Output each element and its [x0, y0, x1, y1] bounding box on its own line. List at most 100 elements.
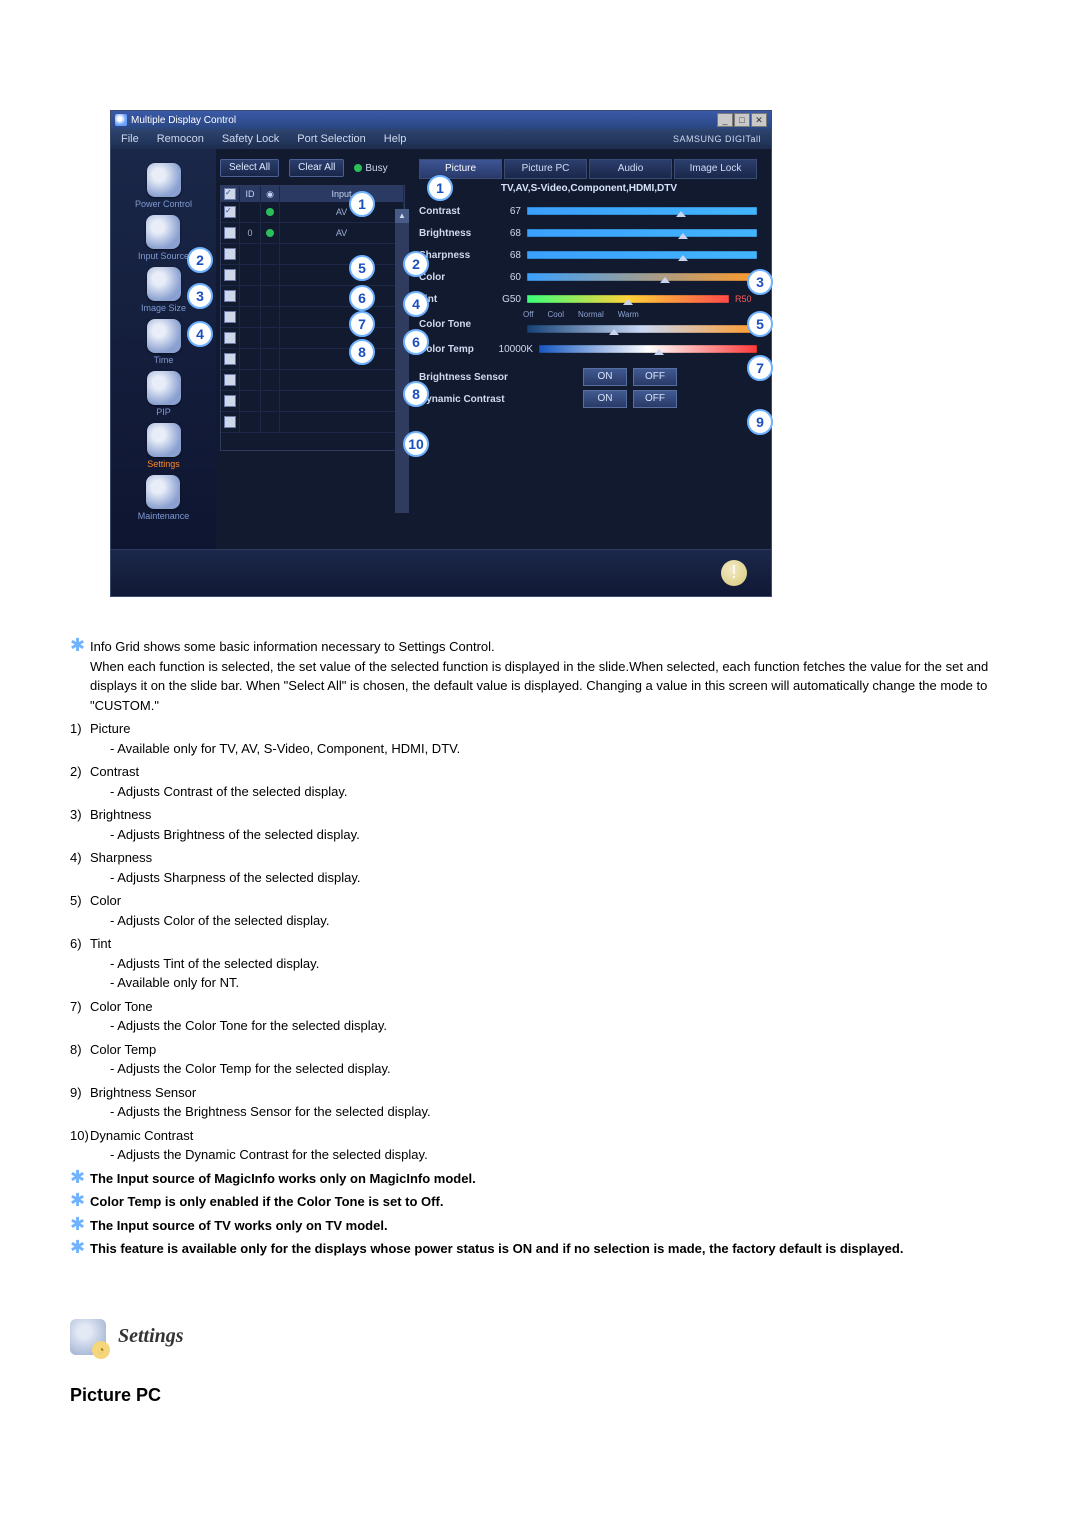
- row-id: [240, 328, 261, 348]
- maintenance-icon: [146, 475, 180, 509]
- note-8-title: Color Temp: [90, 1042, 156, 1057]
- clear-all-button[interactable]: Clear All: [289, 159, 344, 177]
- note-intro-1: Info Grid shows some basic information n…: [90, 637, 1020, 657]
- brightness-sensor-on-button[interactable]: ON: [583, 368, 627, 386]
- tab-audio[interactable]: Audio: [589, 159, 672, 179]
- row-id: [240, 244, 261, 264]
- sharpness-label: Sharpness: [419, 250, 489, 261]
- note-star-1: The Input source of MagicInfo works only…: [90, 1169, 1020, 1189]
- row-id: [240, 265, 261, 285]
- sidebar-item-time[interactable]: Time: [147, 319, 181, 365]
- brightness-slider[interactable]: [527, 229, 757, 237]
- grid-header-status: ◉: [261, 186, 280, 202]
- contrast-row: Contrast 67: [419, 200, 759, 222]
- color-tone-slider[interactable]: [527, 325, 757, 333]
- sidebar-item-label: Image Size: [141, 303, 186, 313]
- header-checkbox[interactable]: [224, 188, 236, 200]
- sidebar-item-settings[interactable]: Settings: [147, 423, 181, 469]
- table-row[interactable]: [221, 328, 404, 349]
- table-row[interactable]: 0AV: [221, 223, 404, 244]
- table-row[interactable]: AV: [221, 202, 404, 223]
- row-id: [240, 202, 261, 222]
- callout-10-dynamic-contrast: 10: [403, 431, 429, 457]
- table-row[interactable]: [221, 244, 404, 265]
- sidebar-item-input-source[interactable]: Input Source: [138, 215, 189, 261]
- contrast-slider[interactable]: [527, 207, 757, 215]
- brightness-sensor-row: Brightness Sensor ON OFF: [419, 366, 759, 388]
- dynamic-contrast-label: Dynamic Contrast: [419, 394, 539, 405]
- sidebar-item-power-control[interactable]: Power Control: [135, 163, 192, 209]
- row-input: AV: [280, 223, 404, 243]
- note-5-sub: - Adjusts Color of the selected display.: [90, 911, 1020, 931]
- menu-help[interactable]: Help: [384, 133, 407, 145]
- row-input: [280, 370, 404, 390]
- sidebar-item-pip[interactable]: PIP: [147, 371, 181, 417]
- tint-label: Tint: [419, 294, 489, 305]
- section-settings-header: Settings: [70, 1319, 1020, 1355]
- color-temp-slider[interactable]: [539, 345, 757, 353]
- window-maximize-button[interactable]: □: [734, 113, 750, 127]
- tab-picture[interactable]: Picture: [419, 159, 502, 179]
- color-slider[interactable]: [527, 273, 757, 281]
- table-row[interactable]: [221, 307, 404, 328]
- row-checkbox[interactable]: [224, 416, 236, 428]
- menu-safety-lock[interactable]: Safety Lock: [222, 133, 279, 145]
- brand-label: SAMSUNG DIGITall: [673, 134, 761, 144]
- menu-file[interactable]: File: [121, 133, 139, 145]
- sharpness-value: 68: [493, 250, 521, 261]
- row-id: [240, 286, 261, 306]
- window-close-button[interactable]: ✕: [751, 113, 767, 127]
- note-number: 9): [70, 1083, 90, 1122]
- row-checkbox[interactable]: [224, 311, 236, 323]
- row-checkbox[interactable]: [224, 248, 236, 260]
- picture-pc-heading: Picture PC: [70, 1385, 1020, 1406]
- note-9-title: Brightness Sensor: [90, 1085, 196, 1100]
- window-minimize-button[interactable]: _: [717, 113, 733, 127]
- row-checkbox[interactable]: [224, 269, 236, 281]
- row-checkbox[interactable]: [224, 227, 236, 239]
- callout-6-tint: 6: [403, 329, 429, 355]
- star-icon: ✱: [70, 1169, 90, 1189]
- callout-2-sidebar: 2: [187, 247, 213, 273]
- callout-9-brightness-sensor: 9: [747, 409, 773, 435]
- table-row[interactable]: [221, 370, 404, 391]
- callout-3-sidebar: 3: [187, 283, 213, 309]
- row-checkbox[interactable]: [224, 290, 236, 302]
- scroll-up-icon[interactable]: ▲: [395, 209, 409, 223]
- dynamic-contrast-row: Dynamic Contrast ON OFF: [419, 388, 759, 410]
- brightness-sensor-off-button[interactable]: OFF: [633, 368, 677, 386]
- dynamic-contrast-off-button[interactable]: OFF: [633, 390, 677, 408]
- tab-image-lock[interactable]: Image Lock: [674, 159, 757, 179]
- power-control-icon: [147, 163, 181, 197]
- row-id: [240, 349, 261, 369]
- callout-3-brightness: 3: [747, 269, 773, 295]
- sidebar-item-maintenance[interactable]: Maintenance: [138, 475, 190, 521]
- row-checkbox[interactable]: [224, 353, 236, 365]
- window-title: Multiple Display Control: [131, 115, 236, 126]
- menu-remocon[interactable]: Remocon: [157, 133, 204, 145]
- busy-indicator: Busy: [354, 163, 387, 174]
- status-dot-icon: [266, 229, 274, 237]
- dynamic-contrast-on-button[interactable]: ON: [583, 390, 627, 408]
- settings-icon: [147, 423, 181, 457]
- row-checkbox[interactable]: [224, 206, 236, 218]
- tab-picture-pc[interactable]: Picture PC: [504, 159, 587, 179]
- table-row[interactable]: [221, 286, 404, 307]
- tint-slider[interactable]: [527, 295, 729, 303]
- row-checkbox[interactable]: [224, 395, 236, 407]
- row-checkbox[interactable]: [224, 332, 236, 344]
- menu-port-selection[interactable]: Port Selection: [297, 133, 365, 145]
- sidebar-item-image-size[interactable]: Image Size: [141, 267, 186, 313]
- callout-1-list: 1: [349, 191, 375, 217]
- note-number: 10): [70, 1126, 90, 1165]
- select-all-button[interactable]: Select All: [220, 159, 279, 177]
- table-row[interactable]: [221, 391, 404, 412]
- sharpness-row: Sharpness 68: [419, 244, 759, 266]
- table-row[interactable]: [221, 265, 404, 286]
- sharpness-slider[interactable]: [527, 251, 757, 259]
- menu-bar: File Remocon Safety Lock Port Selection …: [111, 129, 771, 149]
- input-source-icon: [146, 215, 180, 249]
- table-row[interactable]: [221, 412, 404, 433]
- table-row[interactable]: [221, 349, 404, 370]
- row-checkbox[interactable]: [224, 374, 236, 386]
